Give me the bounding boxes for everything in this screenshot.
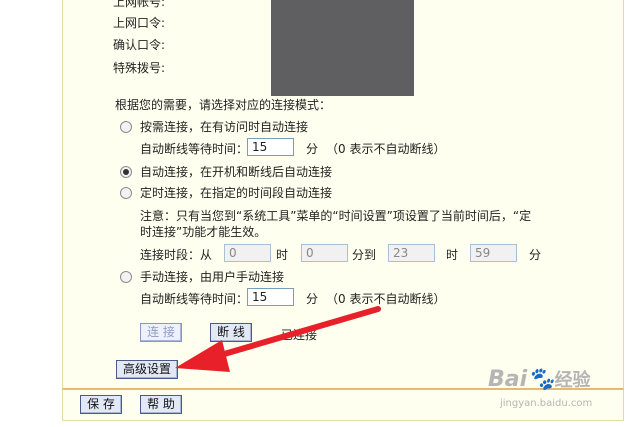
- watermark-url: jingyan.baidu.com: [500, 398, 593, 409]
- paw-icon: 🐾: [527, 367, 555, 392]
- watermark-logo: Bai🐾经验: [488, 366, 591, 392]
- watermark-brand: Bai: [488, 367, 528, 392]
- watermark-brand-tail: 经验: [554, 370, 591, 391]
- red-arrow-annotation: [175, 306, 381, 372]
